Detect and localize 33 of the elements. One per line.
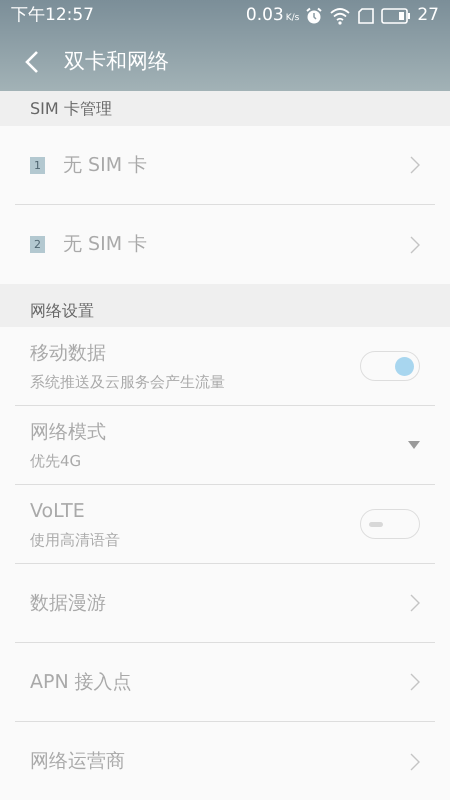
dropdown-icon xyxy=(408,441,420,449)
row-label: 网络运营商 xyxy=(30,749,125,774)
toggle-switch[interactable] xyxy=(360,351,420,381)
battery-level: 27 xyxy=(417,4,439,28)
sim-card-icon xyxy=(357,8,376,24)
row-subtitle: 系统推送及云服务会产生流量 xyxy=(30,372,225,393)
wifi-icon xyxy=(329,7,352,25)
row-label: 无 SIM 卡 xyxy=(63,152,148,178)
chevron-icon xyxy=(410,236,420,254)
row-subtitle: 使用高清语音 xyxy=(30,530,120,551)
network-speed: 0.03 xyxy=(246,4,284,28)
chevron-icon xyxy=(410,594,420,612)
row-label: 网络模式 xyxy=(30,420,106,444)
row-label: 无 SIM 卡 xyxy=(63,232,148,258)
chevron-icon xyxy=(410,752,420,770)
page-title: 双卡和网络 xyxy=(64,48,169,75)
chevron-icon xyxy=(410,673,420,691)
back-icon xyxy=(25,50,39,74)
section-header: 网络设置 xyxy=(30,300,94,322)
row-label: APN 接入点 xyxy=(30,670,132,695)
sim-slot-badge: 2 xyxy=(30,236,45,253)
row-label: VoLTE xyxy=(30,498,86,524)
row-subtitle: 优先4G xyxy=(30,451,82,472)
chevron-icon xyxy=(410,156,420,174)
toggle-switch[interactable] xyxy=(360,509,420,539)
section-header: SIM 卡管理 xyxy=(30,98,112,120)
sim-slot-badge: 1 xyxy=(30,156,45,174)
speed-unit: K/s xyxy=(286,12,300,26)
status-time: 下午12:57 xyxy=(11,4,94,28)
row-label: 数据漫游 xyxy=(30,590,106,616)
battery-icon xyxy=(381,8,412,24)
row-label: 移动数据 xyxy=(30,340,107,366)
alarm-icon xyxy=(305,7,324,25)
